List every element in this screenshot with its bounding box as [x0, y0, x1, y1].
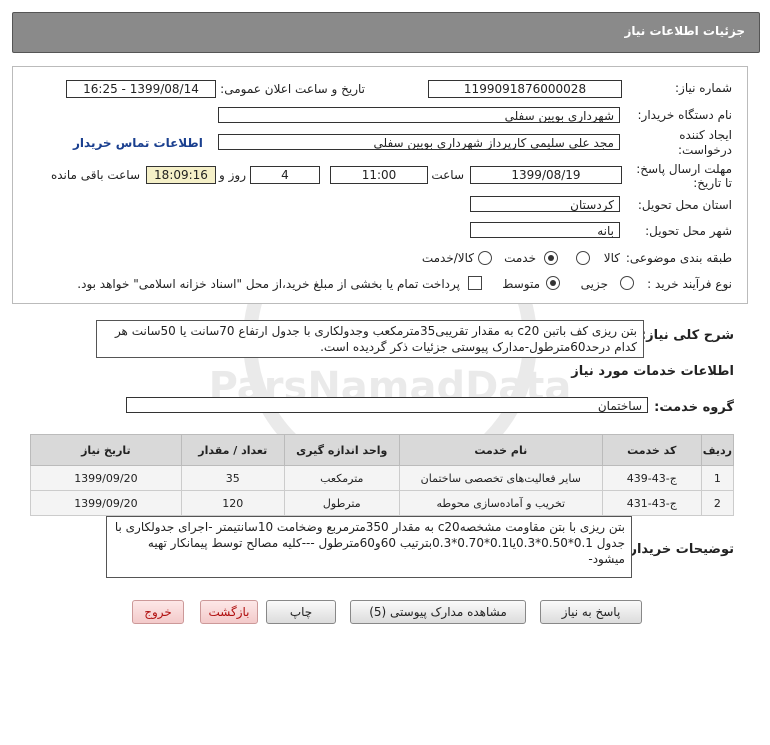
- process-option-minor: جزیی: [580, 277, 608, 291]
- category-label: طبقه بندی موضوعی:: [625, 251, 732, 265]
- col-unit: واحد اندازه گیری: [283, 434, 400, 466]
- category-radio-goods[interactable]: [576, 251, 590, 265]
- buyer-notes-label: توضیحات خریدار:: [624, 542, 734, 557]
- table-row: 1 ج-43-439 سایر فعالیت‌های تخصصی ساختمان…: [30, 465, 735, 491]
- cell-quantity: 120: [180, 490, 285, 516]
- deadline-label-2: تا تاریخ:: [693, 176, 732, 190]
- deadline-date-field: 1399/08/19: [470, 166, 622, 184]
- process-radio-minor[interactable]: [620, 276, 634, 290]
- view-documents-button[interactable]: مشاهده مدارک پیوستی (5): [350, 600, 526, 624]
- need-info-panel: [12, 66, 748, 304]
- col-service-name: نام خدمت: [398, 434, 603, 466]
- category-option-service: خدمت: [504, 251, 536, 265]
- back-button[interactable]: بازگشت: [200, 600, 258, 624]
- cell-row: 2: [700, 490, 735, 516]
- page-title: جزئیات اطلاعات نیاز: [624, 24, 745, 38]
- deadline-time-label: ساعت: [431, 168, 464, 182]
- col-need-date: تاریخ نیاز: [30, 434, 182, 466]
- deadline-label-1: مهلت ارسال پاسخ:: [636, 162, 732, 176]
- province-label: استان محل تحویل:: [637, 198, 732, 212]
- services-table: ردیف کد خدمت نام خدمت واحد اندازه گیری ت…: [30, 434, 735, 516]
- reply-button[interactable]: پاسخ به نیاز: [540, 600, 642, 624]
- creator-field: مجد علی سلیمی کارپرداز شهرداری بویین سفل…: [218, 134, 620, 150]
- treasury-payment-checkbox[interactable]: [468, 276, 482, 290]
- process-radio-medium[interactable]: [546, 276, 560, 290]
- buyer-org-label: نام دستگاه خریدار:: [637, 108, 733, 122]
- city-label: شهر محل تحویل:: [645, 224, 732, 238]
- announce-label: تاریخ و ساعت اعلان عمومی:: [220, 82, 365, 96]
- treasury-payment-note: پرداخت تمام یا بخشی از مبلغ خرید،از محل …: [77, 277, 460, 291]
- service-group-label: گروه خدمت:: [654, 400, 734, 415]
- summary-text: بتن ریزی کف باتبن c20 به مقدار تقریبی35م…: [96, 320, 644, 358]
- cell-service-name: تخریب و آماده‌سازی محوطه: [398, 490, 603, 516]
- cell-service-name: سایر فعالیت‌های تخصصی ساختمان: [398, 465, 603, 491]
- process-label: نوع فرآیند خرید :: [647, 277, 732, 291]
- cell-unit: مترمکعب: [283, 465, 400, 491]
- category-radio-service[interactable]: [544, 251, 558, 265]
- need-number-field: 1199091876000028: [428, 80, 622, 98]
- cell-unit: مترطول: [283, 490, 400, 516]
- days-label: روز و: [219, 168, 246, 182]
- buyer-contact-link[interactable]: اطلاعات تماس خریدار: [73, 136, 203, 150]
- city-field: بانه: [470, 222, 620, 238]
- remaining-days-field: 4: [250, 166, 320, 184]
- creator-label-2: درخواست:: [678, 143, 732, 157]
- deadline-time-field: 11:00: [330, 166, 428, 184]
- category-option-goods: کالا: [603, 251, 620, 265]
- need-number-label: شماره نیاز:: [675, 81, 732, 95]
- buyer-notes-text: بتن ریزی با بتن مقاومت مشخصهc20 به مقدار…: [106, 516, 632, 578]
- province-field: کردستان: [470, 196, 620, 212]
- col-quantity: تعداد / مقدار: [180, 434, 285, 466]
- cell-service-code: ج-43-431: [601, 490, 702, 516]
- col-service-code: کد خدمت: [601, 434, 702, 466]
- cell-service-code: ج-43-439: [601, 465, 702, 491]
- table-row: 2 ج-43-431 تخریب و آماده‌سازی محوطه مترط…: [30, 490, 735, 516]
- exit-button[interactable]: خروج: [132, 600, 184, 624]
- remaining-label: ساعت باقی مانده: [50, 168, 140, 182]
- summary-label: شرح کلی نیاز:: [640, 328, 734, 343]
- table-header-row: ردیف کد خدمت نام خدمت واحد اندازه گیری ت…: [30, 434, 735, 466]
- process-option-medium: متوسط: [502, 277, 540, 291]
- cell-need-date: 1399/09/20: [30, 465, 182, 491]
- remaining-time-field: 18:09:16: [146, 166, 216, 184]
- cell-need-date: 1399/09/20: [30, 490, 182, 516]
- announce-field: 1399/08/14 - 16:25: [66, 80, 216, 98]
- category-option-goods-service: کالا/خدمت: [421, 251, 474, 265]
- creator-label-1: ایجاد کننده: [679, 128, 732, 142]
- category-radio-goods-service[interactable]: [478, 251, 492, 265]
- cell-row: 1: [700, 465, 735, 491]
- buyer-org-field: شهرداری بویین سفلی: [218, 107, 620, 123]
- page-header: جزئیات اطلاعات نیاز: [12, 12, 760, 53]
- print-button[interactable]: چاپ: [266, 600, 336, 624]
- services-section-title: اطلاعات خدمات مورد نیاز: [571, 364, 734, 379]
- col-row: ردیف: [700, 434, 735, 466]
- service-group-field: ساختمان: [126, 397, 648, 413]
- cell-quantity: 35: [180, 465, 285, 491]
